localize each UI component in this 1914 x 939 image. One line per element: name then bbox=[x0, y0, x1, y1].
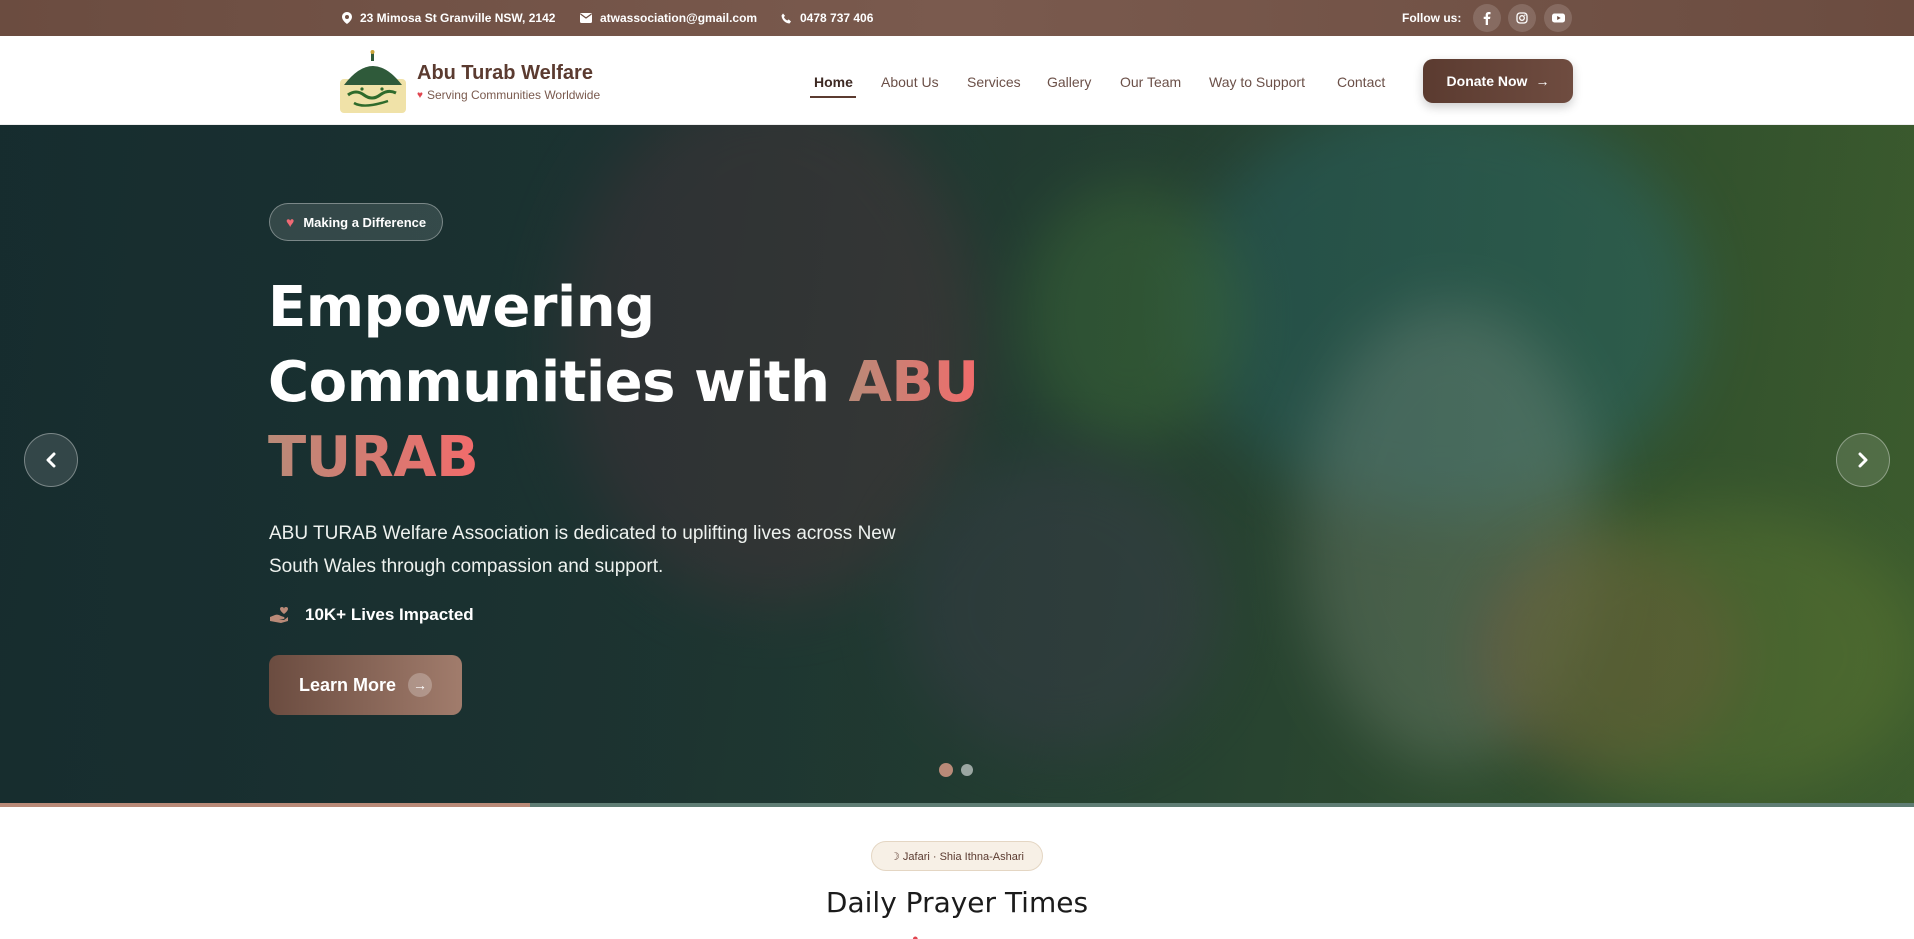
slider-dot-1[interactable] bbox=[939, 763, 953, 777]
learn-more-button[interactable]: Learn More → bbox=[269, 655, 462, 715]
prayer-subline: ● bbox=[912, 933, 919, 939]
nav-home[interactable]: Home bbox=[814, 74, 853, 90]
headline-accent-turab: TURAB bbox=[268, 425, 479, 490]
email-text[interactable]: atwassociation@gmail.com bbox=[600, 11, 757, 25]
brand-name[interactable]: Abu Turab Welfare bbox=[417, 62, 593, 85]
heart-icon: ♥ bbox=[417, 89, 423, 101]
email-item[interactable]: atwassociation@gmail.com bbox=[580, 0, 757, 36]
map-pin-icon bbox=[342, 12, 352, 24]
facebook-icon[interactable] bbox=[1473, 4, 1501, 32]
location-pin-icon: ● bbox=[912, 933, 919, 939]
slider-progress-track bbox=[0, 803, 1914, 807]
donate-now-button[interactable]: Donate Now → bbox=[1423, 59, 1573, 103]
chevron-right-icon bbox=[1858, 452, 1868, 468]
envelope-icon bbox=[580, 13, 592, 23]
donate-label: Donate Now bbox=[1446, 73, 1528, 89]
badge-text: Making a Difference bbox=[303, 214, 427, 230]
nav-our-team[interactable]: Our Team bbox=[1120, 74, 1181, 90]
nav-services[interactable]: Services bbox=[967, 74, 1021, 90]
phone-icon bbox=[781, 13, 791, 23]
brand-tagline-text: Serving Communities Worldwide bbox=[426, 88, 601, 102]
slider-next-button[interactable] bbox=[1836, 433, 1890, 487]
lives-impacted-stat: 10K+ Lives Impacted bbox=[269, 605, 474, 625]
phone-item[interactable]: 0478 737 406 bbox=[781, 0, 873, 36]
brand-tagline: ♥ Serving Communities Worldwide bbox=[417, 88, 600, 102]
arrow-right-icon: → bbox=[408, 673, 433, 697]
instagram-icon[interactable] bbox=[1508, 4, 1536, 32]
nav-gallery[interactable]: Gallery bbox=[1047, 74, 1091, 90]
slider-dot-2[interactable] bbox=[961, 764, 973, 776]
headline-line-1: Empowering bbox=[268, 275, 655, 340]
making-difference-badge: ♥ Making a Difference bbox=[269, 203, 444, 241]
headline-accent-abu: ABU bbox=[848, 350, 980, 415]
headline-line-2: Communities with bbox=[268, 350, 849, 415]
jafari-badge: ☽ Jafari · Shia Ithna-Ashari bbox=[871, 841, 1043, 871]
address-text: 23 Mimosa St Granville NSW, 2142 bbox=[360, 11, 556, 25]
phone-text[interactable]: 0478 737 406 bbox=[800, 11, 873, 25]
top-bar: 23 Mimosa St Granville NSW, 2142 atwasso… bbox=[0, 0, 1914, 36]
hero-slider: ♥ Making a Difference Empowering Communi… bbox=[0, 125, 1914, 807]
prayer-times-title: Daily Prayer Times bbox=[825, 886, 1089, 919]
nav-active-underline bbox=[810, 96, 856, 98]
follow-label: Follow us: bbox=[1402, 11, 1462, 25]
site-header: Abu Turab Welfare ♥ Serving Communities … bbox=[0, 36, 1914, 125]
arrow-right-icon: → bbox=[1535, 73, 1550, 89]
stat-text: 10K+ Lives Impacted bbox=[305, 605, 474, 624]
nav-contact[interactable]: Contact bbox=[1337, 74, 1385, 90]
hero-headline: Empowering Communities with ABU TURAB bbox=[268, 270, 988, 495]
brand-logo[interactable] bbox=[340, 49, 406, 113]
nav-about-us[interactable]: About Us bbox=[881, 74, 939, 90]
address-item: 23 Mimosa St Granville NSW, 2142 bbox=[342, 0, 555, 36]
youtube-icon[interactable] bbox=[1544, 4, 1572, 32]
slider-prev-button[interactable] bbox=[24, 433, 78, 487]
learn-more-label: Learn More bbox=[298, 674, 397, 695]
nav-way-to-support[interactable]: Way to Support bbox=[1209, 74, 1305, 90]
heart-icon: ♥ bbox=[286, 214, 295, 230]
slider-progress-fill bbox=[0, 803, 531, 807]
hero-description: ABU TURAB Welfare Association is dedicat… bbox=[269, 523, 896, 577]
chevron-left-icon bbox=[46, 452, 56, 468]
hand-holding-heart-icon bbox=[270, 607, 288, 623]
